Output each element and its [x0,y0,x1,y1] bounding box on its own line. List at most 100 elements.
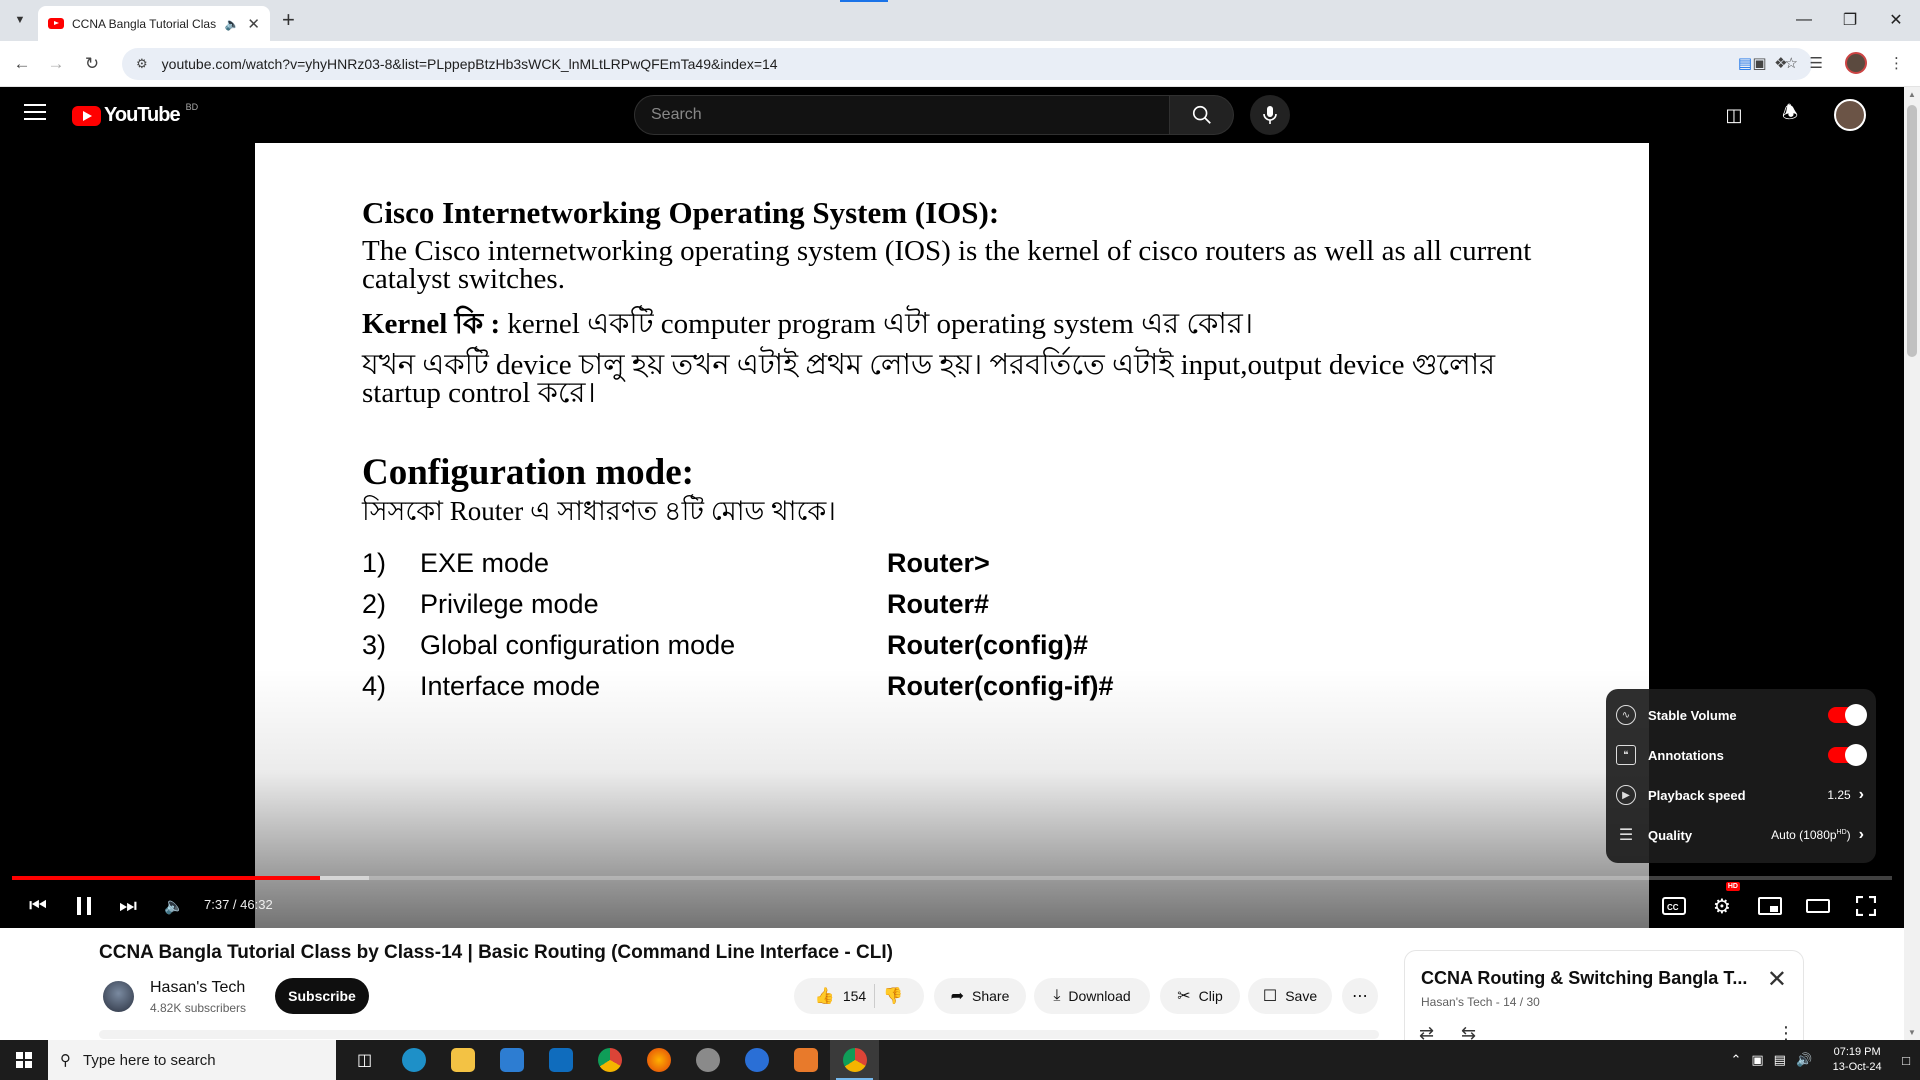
mode-name: Global configuration mode [420,630,736,660]
task-view-icon[interactable]: ◫ [340,1040,389,1080]
tray-chevron-up-icon[interactable]: ⌃ [1730,1052,1741,1068]
quality-hd-sup: HD [1836,829,1847,836]
account-avatar[interactable] [1834,99,1866,131]
close-window-icon[interactable]: ✕ [1874,6,1918,34]
reload-icon[interactable]: ↻ [80,52,104,76]
slide-paragraph: The Cisco internetworking operating syst… [362,235,1532,295]
speaker-icon[interactable]: 🔈 [224,17,239,31]
like-count[interactable]: 154 [843,988,866,1004]
edge-browser-icon[interactable] [389,1040,438,1080]
theater-mode-icon[interactable] [1804,888,1832,924]
annotations-toggle[interactable] [1828,744,1867,766]
app-icon[interactable] [732,1040,781,1080]
subscribe-button[interactable]: Subscribe [275,978,369,1014]
clip-button[interactable]: ✂ Clip [1160,978,1240,1014]
subscriber-count: 4.82K subscribers [150,1001,247,1015]
forward-arrow-icon[interactable]: → [44,52,68,76]
next-video-icon[interactable]: ⏭ [114,888,142,924]
playlist-title[interactable]: CCNA Routing & Switching Bangla T... [1421,968,1751,989]
browser-profile-avatar[interactable] [1845,52,1867,74]
voice-search-button[interactable] [1250,95,1290,135]
search-input[interactable]: Search [634,95,1170,135]
close-tab-icon[interactable]: ✕ [247,15,260,33]
chrome-icon[interactable] [585,1040,634,1080]
settings-stable-volume[interactable]: ∿ Stable Volume [1606,695,1876,735]
back-arrow-icon[interactable]: ← [10,52,34,76]
stable-volume-toggle[interactable] [1828,704,1867,726]
taskbar-search-box[interactable]: ⚲ Type here to search [48,1040,336,1080]
browser-menu-icon[interactable]: ⋮ [1889,54,1904,72]
more-actions-button[interactable]: ⋯ [1342,978,1378,1014]
settings-label: Stable Volume [1648,707,1737,723]
channel-avatar[interactable] [103,981,134,1012]
site-info-icon[interactable]: ⚙ [136,56,148,72]
settings-label: Quality [1648,827,1693,843]
extensions-puzzle-icon[interactable]: ❖ [1774,54,1787,72]
search-icon [1192,105,1211,124]
miniplayer-icon[interactable] [1756,888,1784,924]
mode-prompt: Router(config)# [887,630,1088,660]
tab-search-chevron-icon[interactable]: ▼ [8,8,32,32]
page-scrollbar[interactable]: ▲ ▼ [1904,87,1920,1040]
scroll-down-arrow-icon[interactable]: ▼ [1908,1028,1916,1037]
youtube-header: YouTube BD Search ◫ 🕭 [0,87,1904,143]
taskbar-apps: ◫ [340,1040,879,1080]
previous-video-icon[interactable]: ⏮ [24,888,52,924]
search-button[interactable] [1170,95,1234,135]
notifications-bell-icon[interactable]: 🕭 [1770,95,1810,135]
settings-gear-icon[interactable]: ⚙ HD [1708,882,1740,924]
hamburger-menu-icon[interactable] [24,104,46,125]
notification-center-icon[interactable]: □ [1902,1053,1910,1068]
progress-bar[interactable] [12,876,1892,880]
create-video-icon[interactable]: ◫ [1714,95,1754,135]
channel-name[interactable]: Hasan's Tech [150,979,245,997]
scrollbar-thumb[interactable] [1907,105,1917,357]
taskbar-clock[interactable]: 07:19 PM 13-Oct-24 [1822,1045,1892,1075]
firefox-icon[interactable] [634,1040,683,1080]
browser-tab-active[interactable]: CCNA Bangla Tutorial Class 🔈 ✕ [38,6,270,41]
quality-value: Auto (1080pHD) [1771,828,1851,842]
browser-tab-strip: ▼ CCNA Bangla Tutorial Class 🔈 ✕ + — ❐ ✕ [0,0,1920,41]
settings-annotations[interactable]: ❝ Annotations [1606,735,1876,775]
outlook-icon[interactable] [536,1040,585,1080]
subtitles-cc-icon[interactable]: CC [1660,888,1688,924]
start-button[interactable] [0,1040,48,1080]
app-icon[interactable] [781,1040,830,1080]
thumbs-up-icon[interactable]: 👍 [815,986,835,1006]
save-button[interactable]: ☐ Save [1248,978,1332,1014]
slide-config-heading: Configuration mode: [362,452,694,493]
restore-window-icon[interactable]: ❐ [1828,6,1872,34]
scroll-up-arrow-icon[interactable]: ▲ [1908,90,1916,99]
minimize-window-icon[interactable]: — [1782,6,1826,34]
network-icon[interactable]: ▤ [1774,1052,1786,1068]
video-player[interactable]: Cisco Internetworking Operating System (… [0,143,1904,928]
media-control-icon[interactable]: ☰ [1810,54,1823,72]
youtube-logo[interactable]: YouTube BD [72,102,198,127]
volume-icon[interactable]: 🔈 [160,888,188,924]
tab-loading-indicator [840,0,888,2]
chrome-active-icon[interactable] [830,1040,879,1080]
address-bar[interactable]: ⚙ youtube.com/watch?v=yhyHNRz03-8&list=P… [122,48,1812,80]
file-explorer-icon[interactable] [438,1040,487,1080]
slide-mode-row: 2) Privilege mode Router# [362,584,1552,625]
new-tab-button[interactable]: + [282,8,295,32]
microsoft-store-icon[interactable] [487,1040,536,1080]
tray-device-icon[interactable]: ▣ [1751,1052,1763,1068]
thumbs-down-icon[interactable]: 👎 [883,986,903,1006]
share-button[interactable]: ➦ Share [934,978,1026,1014]
app-icon[interactable] [683,1040,732,1080]
fullscreen-icon[interactable] [1852,888,1880,924]
slide-kernel-label: Kernel কি : [362,308,501,340]
slide-kernel-text: kernel একটি computer program এটা operati… [500,308,1254,340]
search-bar: Search [634,95,1234,135]
translate-extension-icon[interactable]: ▤ [1738,54,1752,72]
settings-label: Annotations [1648,747,1724,763]
close-playlist-icon[interactable]: ✕ [1767,965,1787,994]
youtube-play-logo-icon [72,105,101,126]
description-box-edge [99,1030,1379,1039]
settings-playback-speed[interactable]: ▶ Playback speed 1.25 › [1606,775,1876,815]
download-button[interactable]: ⤓ Download [1034,978,1150,1014]
pause-icon[interactable] [70,888,98,924]
settings-quality[interactable]: ☰ Quality Auto (1080pHD) › [1606,815,1876,855]
volume-tray-icon[interactable]: 🔊 [1796,1052,1812,1068]
